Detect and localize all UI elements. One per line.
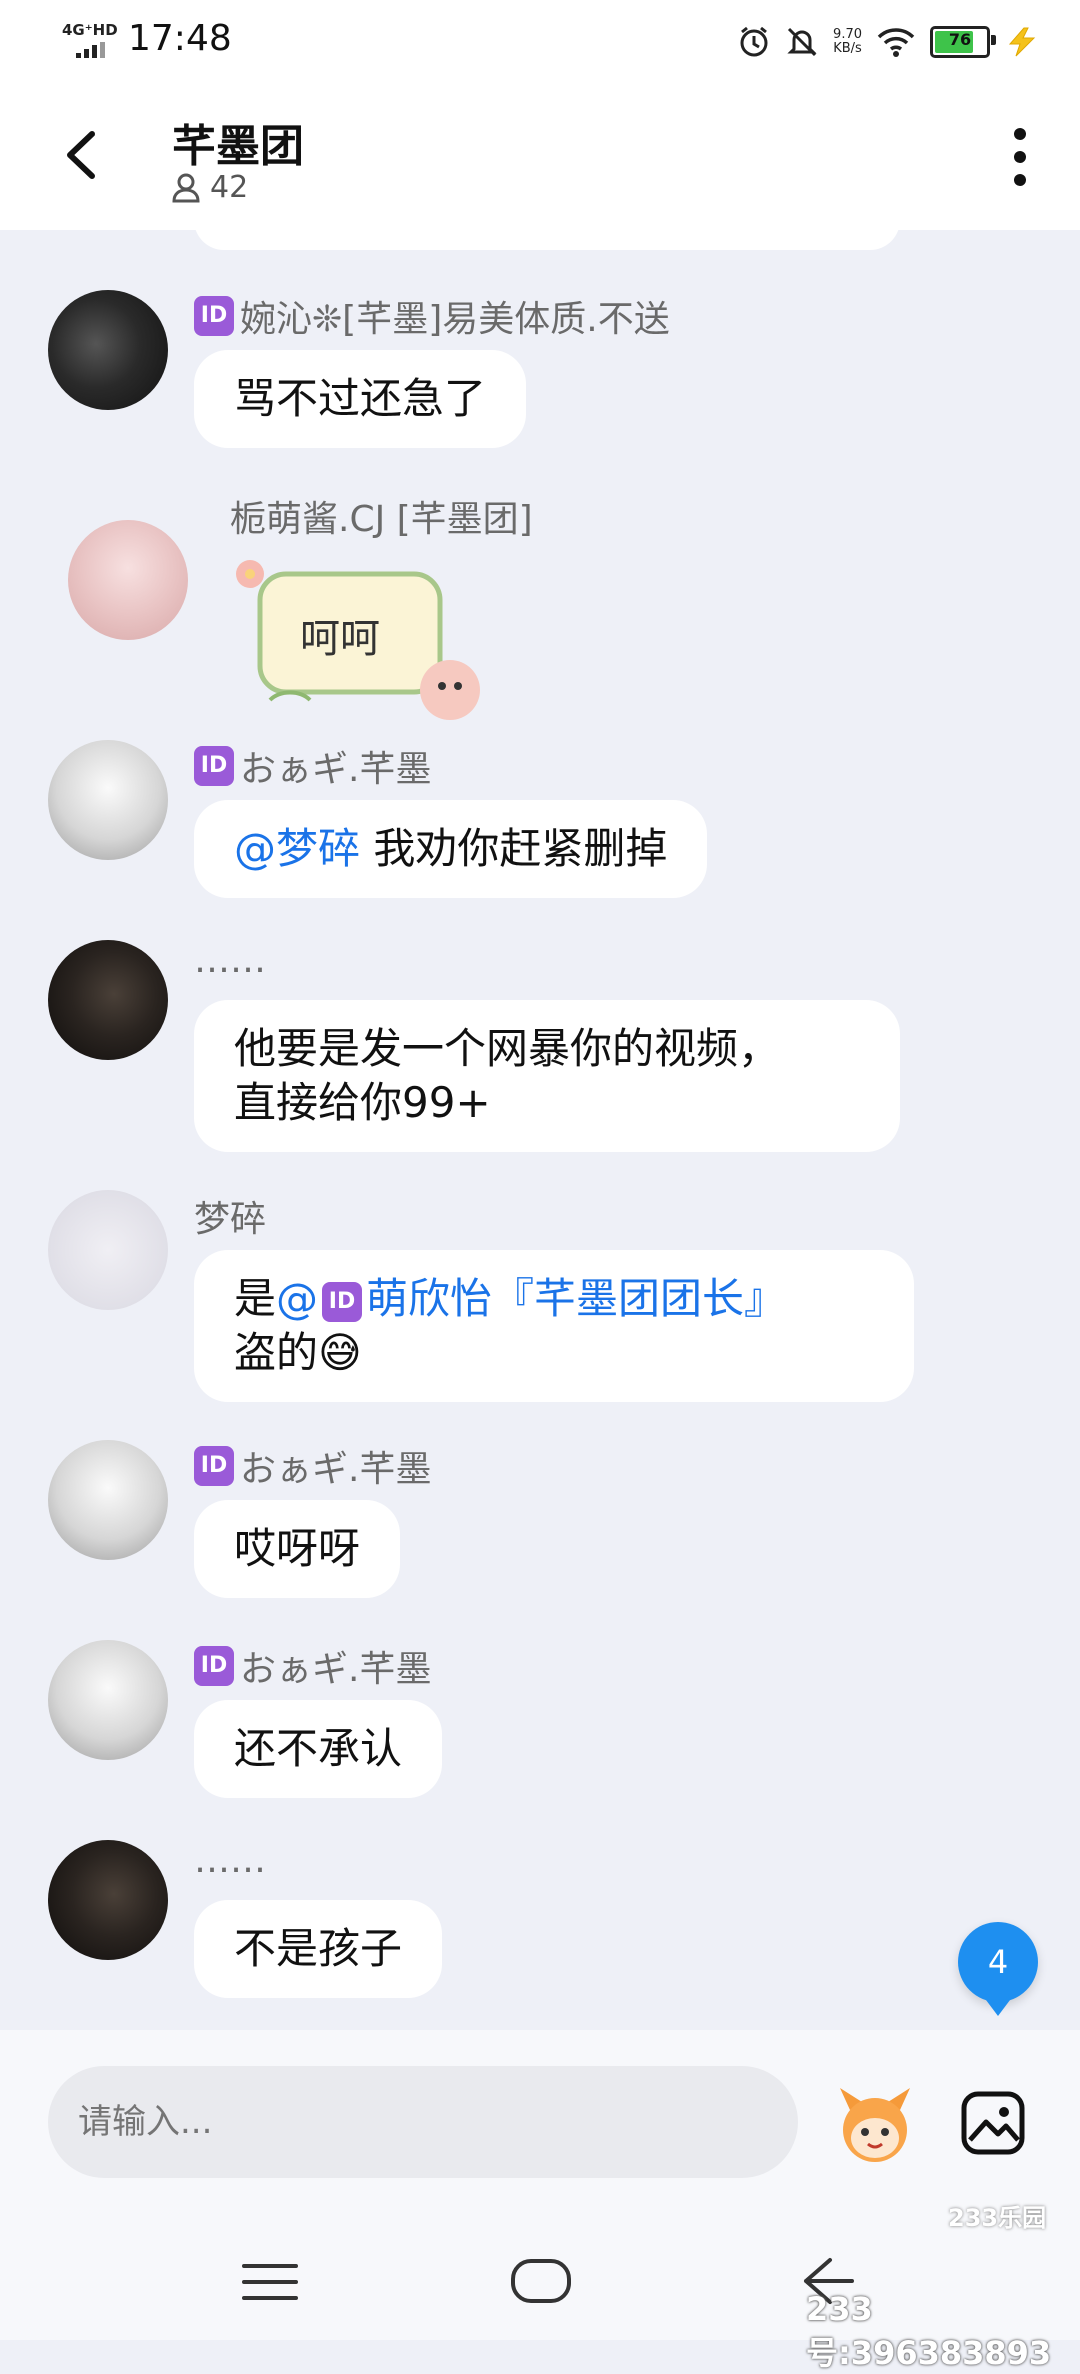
more-menu-button[interactable] [1000, 122, 1040, 192]
more-vertical-icon [1014, 128, 1026, 186]
message-text: 盗的😅 [234, 1328, 362, 1377]
message-bubble[interactable]: 不是孩子 [194, 1900, 443, 1998]
message-text: 他要是发一个网暴你的视频， [234, 1024, 781, 1073]
mention-link[interactable]: @ ID 萌欣怡『芊墨团团长』 [276, 1274, 786, 1323]
charging-icon [1008, 27, 1036, 57]
person-icon [172, 173, 200, 202]
wifi-icon [877, 28, 915, 57]
message-bubble-partial [194, 230, 900, 250]
battery-icon: 76 [930, 26, 996, 58]
page-title: 芊墨团 [172, 121, 304, 172]
status-icons: 9.70 KB/s 76 [737, 20, 1040, 64]
id-badge: ID [194, 296, 234, 336]
chat-header: 芊墨团 42 [0, 80, 1080, 230]
avatar[interactable] [48, 1190, 168, 1310]
status-bar: 4G⁺HD 17:48 9.70 KB/s 76 [0, 0, 1080, 80]
net-speed: 9.70 KB/s [833, 27, 862, 56]
message-bubble[interactable]: @梦碎 我劝你赶紧删掉 [194, 800, 708, 898]
message-text: 哎呀呀 [234, 1524, 361, 1573]
recent-apps-button[interactable] [240, 2260, 300, 2304]
image-button[interactable] [960, 2090, 1026, 2156]
message-bubble[interactable]: 是@ ID 萌欣怡『芊墨团团长』 盗的😅 [194, 1250, 914, 1402]
sender-name[interactable]: …… [194, 940, 266, 981]
mute-bell-icon [787, 27, 817, 57]
message-bubble[interactable]: 还不承认 [194, 1700, 443, 1798]
sender-name[interactable]: 梦碎 [194, 1190, 266, 1242]
emoji-mascot-icon [840, 2088, 910, 2162]
member-count[interactable]: 42 [172, 170, 248, 205]
sender-name[interactable]: ID おぁギ.芊墨 [194, 740, 431, 792]
message-input[interactable] [48, 2066, 798, 2178]
avatar[interactable] [48, 940, 168, 1060]
message-text: 还不承认 [234, 1724, 403, 1773]
home-icon [511, 2259, 571, 2303]
sender-name[interactable]: ID おぁギ.芊墨 [194, 1640, 431, 1692]
network-indicator: 4G⁺HD [62, 21, 118, 39]
avatar[interactable] [48, 1640, 168, 1760]
clock: 17:48 [128, 18, 232, 59]
sticker-text: 呵呵 [300, 616, 380, 662]
message-text: 是 [234, 1274, 277, 1323]
sticker-image[interactable]: 呵呵 [230, 550, 490, 720]
id-badge: ID [194, 1646, 234, 1686]
mention-link[interactable]: @梦碎 [234, 824, 360, 873]
avatar[interactable] [48, 290, 168, 410]
avatar[interactable] [48, 1840, 168, 1960]
input-bar [0, 2030, 1080, 2210]
sender-name[interactable]: ID 婉沁❊[芊墨]易美体质.不送 [194, 290, 670, 342]
unread-count-badge[interactable]: 4 [958, 1922, 1038, 2016]
sender-name[interactable]: ID おぁギ.芊墨 [194, 1440, 431, 1492]
avatar[interactable] [48, 740, 168, 860]
id-badge: ID [194, 1446, 234, 1486]
home-button[interactable] [510, 2258, 572, 2304]
menu-icon [242, 2264, 298, 2300]
message-text: 我劝你赶紧删掉 [360, 824, 668, 873]
alarm-icon [740, 26, 768, 57]
message-text: 骂不过还急了 [234, 374, 487, 423]
message-list[interactable]: ID 婉沁❊[芊墨]易美体质.不送 骂不过还急了 栀萌酱.CJ [芊墨团] 呵呵… [0, 230, 1080, 2030]
message-text: 不是孩子 [234, 1924, 403, 1973]
back-button[interactable] [50, 120, 120, 190]
message-bubble[interactable]: 哎呀呀 [194, 1500, 401, 1598]
image-icon [961, 2091, 1025, 2155]
id-badge: ID [194, 746, 234, 786]
sender-name[interactable]: 栀萌酱.CJ [芊墨团] [230, 490, 533, 542]
avatar[interactable] [48, 1440, 168, 1560]
member-count-label: 42 [210, 170, 249, 205]
avatar[interactable] [68, 520, 188, 640]
chevron-left-icon [67, 131, 95, 179]
watermark-id: 233号:396383893 [806, 2290, 1052, 2372]
message-bubble[interactable]: 骂不过还急了 [194, 350, 527, 448]
emoji-button[interactable] [830, 2080, 920, 2170]
signal-icon [76, 42, 106, 58]
sender-name[interactable]: …… [194, 1840, 266, 1881]
id-badge: ID [322, 1281, 363, 1322]
message-text: 直接给你99+ [234, 1078, 491, 1127]
message-bubble[interactable]: 他要是发一个网暴你的视频， 直接给你99+ [194, 1000, 900, 1152]
watermark-logo: 233乐园 [948, 2204, 1047, 2232]
